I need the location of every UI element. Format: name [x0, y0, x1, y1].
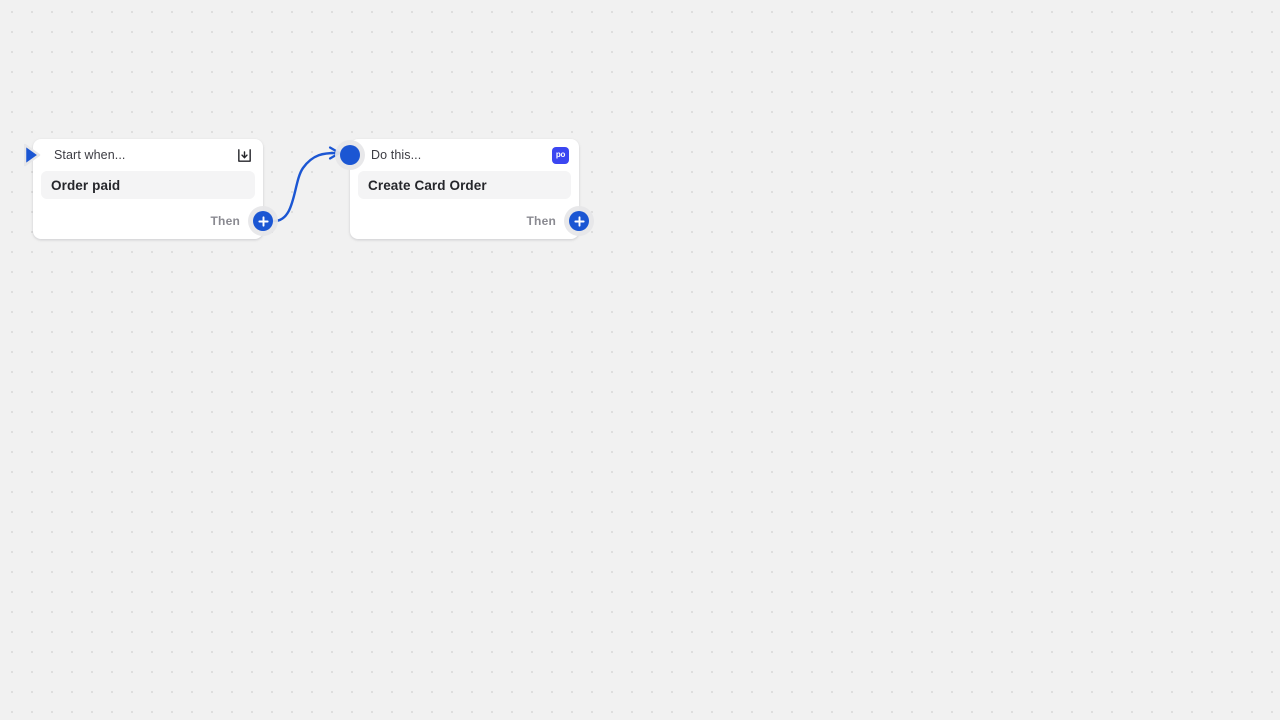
connector-edge-trigger-to-action [272, 146, 341, 223]
then-label: Then [210, 214, 240, 228]
action-name-field[interactable]: Create Card Order [358, 171, 571, 199]
brand-chip-label: po [555, 150, 566, 159]
node-footer: Then [350, 203, 579, 239]
node-header-title: Do this... [371, 148, 422, 162]
add-step-button-trigger[interactable] [253, 211, 273, 231]
inbox-download-icon[interactable] [236, 147, 253, 164]
flow-node-action[interactable]: Do this... po Create Card Order Then [350, 139, 579, 239]
trigger-event-label: Order paid [51, 177, 121, 193]
dot-handle-icon[interactable] [340, 145, 360, 165]
node-body: Order paid [33, 171, 263, 199]
play-triangle-icon[interactable] [24, 143, 42, 167]
add-step-button-action[interactable] [569, 211, 589, 231]
brand-chip-icon[interactable]: po [552, 146, 569, 164]
node-header: Do this... po [350, 139, 579, 171]
flow-node-trigger[interactable]: Start when... Order paid Then [33, 139, 263, 239]
flow-canvas[interactable]: Start when... Order paid Then Do this...… [0, 0, 1280, 720]
trigger-event-field[interactable]: Order paid [41, 171, 255, 199]
node-footer: Then [33, 203, 263, 239]
node-header-title: Start when... [54, 148, 126, 162]
node-header: Start when... [33, 139, 263, 171]
then-label: Then [526, 214, 556, 228]
action-name-label: Create Card Order [368, 177, 487, 193]
node-body: Create Card Order [350, 171, 579, 199]
